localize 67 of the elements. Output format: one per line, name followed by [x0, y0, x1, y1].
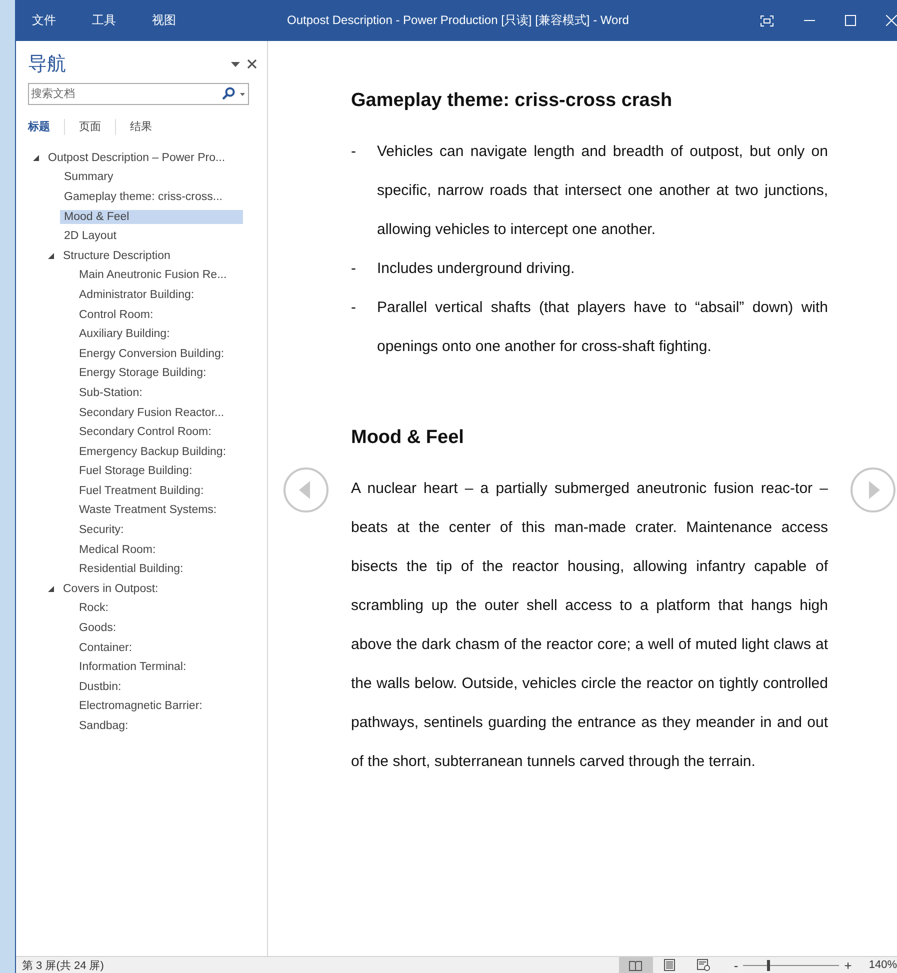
heading-item[interactable]: Goods: [75, 621, 258, 636]
heading-item[interactable]: Secondary Fusion Reactor... [75, 406, 258, 420]
bullet-text: Includes underground driving. [377, 259, 576, 279]
bullet-text: Parallel vertical shafts (that players have to “absail” down) with openings onto one another for cross-shaft fighting. [377, 298, 828, 357]
heading-item[interactable]: 2D Layout [60, 229, 243, 244]
heading-item[interactable]: Container: [75, 640, 258, 655]
zoom-slider[interactable] [767, 960, 770, 970]
heading-item[interactable]: Gameplay theme: criss-cross... [60, 190, 243, 204]
heading-item[interactable]: Waste Treatment Systems: [75, 503, 258, 518]
heading-item[interactable]: Rock: [75, 601, 258, 616]
web-page-icon [697, 959, 710, 971]
heading-item[interactable]: Energy Storage Building: [75, 366, 258, 380]
heading-item[interactable]: Emergency Backup Building: [75, 444, 258, 459]
tab[interactable]: 结果 [130, 119, 166, 135]
heading-item[interactable]: Covers in Outpost: [59, 582, 242, 596]
expanded-triangle-icon[interactable] [33, 154, 39, 161]
expanded-triangle-icon[interactable] [48, 252, 54, 259]
heading-item[interactable]: Structure Description [59, 248, 242, 263]
heading-item[interactable]: Administrator Building: [75, 288, 258, 302]
focus-mode-icon[interactable] [760, 14, 774, 26]
bullet-text: Vehicles can navigate length and breadth of outpost, but only on specific, narrow roads that intersect one another at two junctions, allowing vehicles to intercept one another. [377, 142, 828, 240]
read-mode-button[interactable] [618, 957, 653, 973]
zoom-in-button[interactable]: + [841, 958, 855, 972]
heading-item[interactable]: Secondary Control Room: [75, 425, 258, 440]
screen-count: 第 3 屏(共 24 屏) [22, 958, 104, 972]
search-icon[interactable] [222, 87, 235, 100]
minimize-icon[interactable] [804, 20, 815, 22]
search-field[interactable]: 搜索文档 [28, 83, 249, 105]
book-icon [629, 960, 642, 970]
heading-item[interactable]: Control Room: [75, 308, 258, 322]
tab[interactable]: 页面 [79, 119, 116, 135]
zoom-level[interactable]: 140% [868, 959, 897, 971]
heading-item[interactable]: Mood & Feel [60, 210, 243, 224]
window-title: Outpost Description - Power Production [只读] [兼容模式] - Word [287, 12, 629, 29]
menu-item[interactable]: 工具 [92, 12, 152, 29]
zoom-out-button[interactable]: - [730, 958, 742, 972]
heading-item[interactable]: Residential Building: [75, 562, 258, 576]
heading-item[interactable]: Main Aneutronic Fusion Re... [75, 268, 258, 282]
heading-item[interactable]: Information Terminal: [75, 660, 258, 674]
menu-item[interactable]: 文件 [32, 12, 92, 29]
section-heading: Gameplay theme: criss-cross crash [351, 89, 674, 113]
dropdown-icon[interactable] [231, 62, 240, 66]
heading-item[interactable]: Auxiliary Building: [75, 327, 258, 342]
heading-item[interactable]: Sandbag: [75, 719, 258, 734]
heading-item[interactable]: Fuel Treatment Building: [75, 484, 258, 498]
heading-item[interactable]: Fuel Storage Building: [75, 464, 258, 478]
maximize-icon[interactable] [845, 15, 856, 26]
bullet-marker: - [351, 142, 357, 162]
bullet-marker: - [351, 298, 357, 318]
bullet-marker: - [351, 259, 357, 279]
heading-item[interactable]: Electromagnetic Barrier: [75, 699, 258, 714]
dropdown-icon[interactable] [240, 93, 245, 96]
heading-item[interactable]: Summary [60, 170, 243, 184]
tab[interactable]: 标题 [28, 119, 65, 135]
heading-item[interactable]: Sub-Station: [75, 386, 258, 400]
heading-item[interactable]: Outpost Description – Power Pro... [44, 150, 227, 165]
close-icon[interactable] [247, 59, 257, 69]
page-icon [664, 959, 676, 971]
menu-item[interactable]: 视图 [152, 12, 212, 29]
section-heading: Mood & Feel [351, 426, 465, 450]
heading-item[interactable]: Security: [75, 523, 258, 538]
pane-title: 导航 [28, 53, 66, 77]
expanded-triangle-icon[interactable] [48, 586, 54, 592]
heading-item[interactable]: Dustbin: [75, 680, 258, 694]
heading-item[interactable]: Medical Room: [75, 542, 258, 557]
body-paragraph: A nuclear heart – a partially submerged aneutronic fusion reac-tor – beats at the center of this man-made crater. Maintenance access bisects the tip of the reactor housing, allowing infantry capable of scrambling up the outer shell access to a platform that hangs high above the dark chasm of the reactor core; a well of muted light claws at the walls below. Outside, vehicles circle the reactor on tightly controlled pathways, sentinels guarding the entrance as they meander in and out of the short, subterranean tunnels carved through the terrain. [351, 479, 828, 772]
heading-item[interactable]: Energy Conversion Building: [75, 346, 258, 361]
